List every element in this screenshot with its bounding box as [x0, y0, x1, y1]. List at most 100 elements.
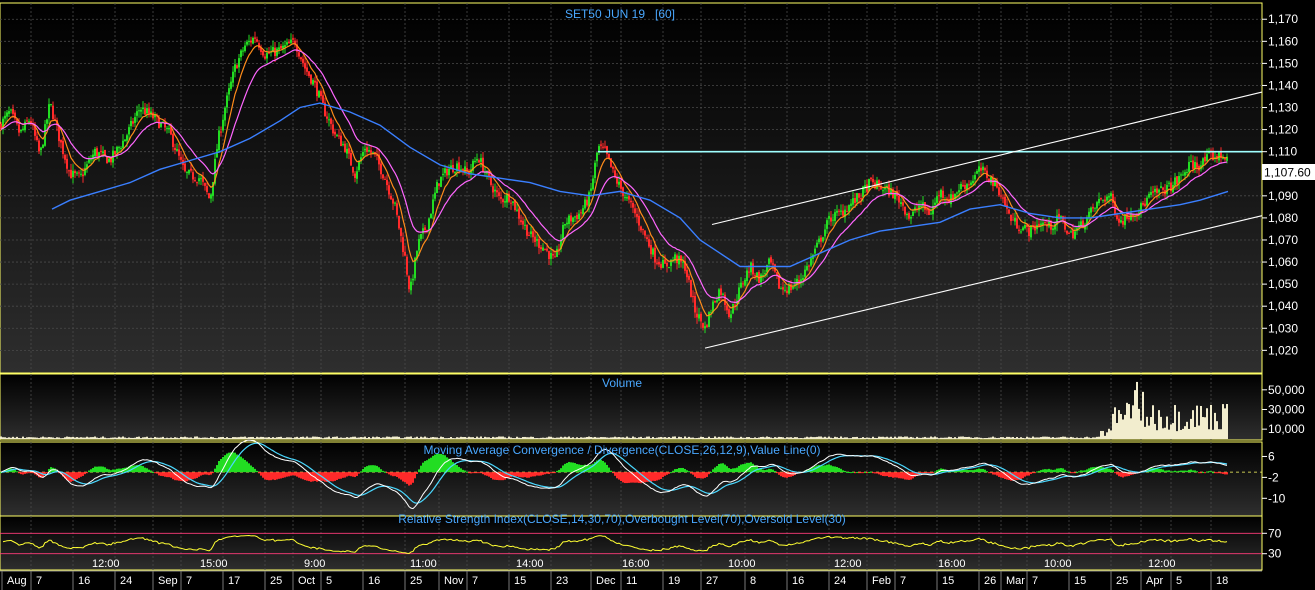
macd-hist-bar — [398, 472, 400, 479]
candle-up — [982, 166, 984, 171]
volume-bar — [1030, 437, 1032, 439]
volume-bar — [470, 437, 472, 439]
volume-bar — [640, 436, 642, 439]
macd-hist-bar — [740, 464, 742, 473]
macd-hist-bar — [134, 465, 136, 473]
volume-bar — [636, 438, 638, 439]
macd-hist-bar — [928, 472, 930, 474]
macd-hist-bar — [882, 472, 884, 477]
macd-hist-bar — [1048, 468, 1050, 473]
candle-up — [242, 50, 244, 52]
macd-hist-bar — [642, 472, 644, 483]
volume-bar — [450, 437, 452, 439]
volume-bar — [218, 437, 220, 439]
candle-up — [1178, 176, 1180, 183]
volume-bar — [1016, 436, 1018, 439]
volume-bar — [238, 437, 240, 439]
candle-down — [640, 226, 642, 231]
volume-bar — [236, 437, 238, 439]
price-tick-label: 1,030 — [1268, 321, 1298, 335]
candle-up — [1130, 214, 1132, 220]
x-axis-label: Apr — [1146, 575, 1163, 587]
volume-bar — [964, 436, 966, 439]
volume-bar — [66, 436, 68, 439]
volume-bar — [160, 437, 162, 439]
volume-bar — [306, 436, 308, 439]
volume-bar — [830, 437, 832, 439]
candle-up — [814, 248, 816, 254]
macd-hist-bar — [894, 472, 896, 478]
candle-up — [444, 168, 446, 174]
volume-bar — [1140, 420, 1142, 439]
candle-down — [694, 295, 696, 313]
volume-bar — [232, 437, 234, 439]
volume-bar — [688, 436, 690, 439]
candle-down — [942, 190, 944, 198]
candle-up — [536, 239, 538, 241]
candle-down — [634, 208, 636, 214]
candle-down — [26, 120, 28, 122]
x-axis-label: 7 — [36, 575, 42, 587]
candle-down — [316, 81, 318, 97]
macd-hist-bar — [474, 472, 476, 474]
x-axis-label: Oct — [298, 575, 315, 587]
volume-bar — [230, 438, 232, 439]
candle-up — [28, 121, 30, 123]
volume-bar — [802, 438, 804, 439]
volume-bar — [758, 437, 760, 439]
macd-hist-bar — [984, 469, 986, 473]
candle-down — [872, 178, 874, 183]
candle-up — [574, 216, 576, 218]
volume-bar — [1100, 430, 1102, 439]
macd-hist-bar — [216, 465, 218, 473]
volume-bar — [1218, 429, 1220, 439]
candle-down — [308, 71, 310, 76]
candle-up — [286, 42, 288, 45]
macd-hist-bar — [672, 470, 674, 473]
volume-bar — [750, 437, 752, 439]
candle-down — [742, 283, 744, 285]
volume-bar — [1220, 429, 1222, 439]
macd-hist-bar — [1214, 472, 1216, 474]
candle-down — [366, 147, 368, 152]
volume-bar — [428, 438, 430, 439]
macd-hist-bar — [380, 469, 382, 473]
candle-up — [804, 269, 806, 277]
candle-up — [228, 88, 230, 95]
volume-bar — [176, 437, 178, 439]
candle-up — [934, 202, 936, 205]
candle-down — [538, 238, 540, 248]
volume-bar — [634, 437, 636, 439]
volume-bar — [874, 437, 876, 439]
volume-bar — [1202, 417, 1204, 439]
rsi-title: Relative Strength Index(CLOSE,14,30,70),… — [398, 512, 846, 526]
volume-bar — [90, 437, 92, 439]
candle-down — [1100, 198, 1102, 200]
volume-bar — [678, 436, 680, 439]
macd-hist-bar — [376, 465, 378, 473]
macd-hist-bar — [388, 472, 390, 475]
macd-hist-bar — [434, 454, 436, 473]
macd-hist-bar — [168, 472, 170, 478]
candle-up — [1020, 231, 1022, 233]
volume-bar — [488, 437, 490, 439]
candle-up — [848, 205, 850, 212]
macd-hist-bar — [106, 468, 108, 473]
volume-bar — [576, 437, 578, 439]
candle-down — [720, 288, 722, 295]
candle-down — [344, 143, 346, 153]
macd-hist-bar — [714, 467, 716, 473]
macd-hist-bar — [548, 472, 550, 475]
time-label: 10:00 — [728, 558, 756, 570]
macd-hist-bar — [762, 469, 764, 473]
price-tick-label: 1,160 — [1268, 34, 1298, 48]
volume-bar — [1074, 437, 1076, 439]
volume-bar — [356, 437, 358, 439]
candle-up — [956, 192, 958, 194]
candle-up — [972, 180, 974, 184]
candle-up — [512, 201, 514, 203]
candle-up — [410, 281, 412, 291]
volume-bar — [1162, 428, 1164, 439]
macd-hist-bar — [556, 470, 558, 473]
candle-down — [332, 124, 334, 134]
